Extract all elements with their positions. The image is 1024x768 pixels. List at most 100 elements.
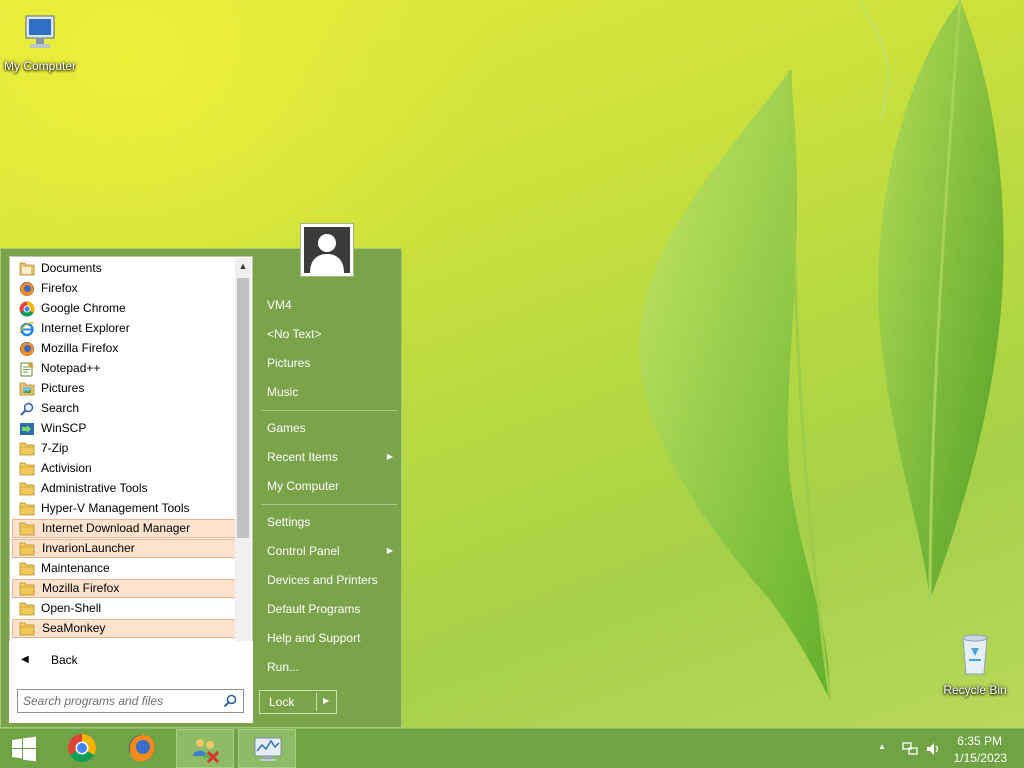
chrome-icon	[19, 301, 35, 317]
search-box[interactable]	[17, 689, 244, 713]
clock-date[interactable]: 1/15/2023	[954, 751, 1007, 765]
network-icon[interactable]	[902, 741, 918, 757]
program-item[interactable]: Mozilla Firefox	[12, 579, 238, 598]
lock-divider	[316, 693, 317, 711]
start-menu-link[interactable]: My Computer	[259, 474, 399, 498]
back-button[interactable]: ◀ Back	[11, 647, 249, 673]
program-item[interactable]: Internet Explorer	[12, 319, 238, 338]
recycle-bin-desktop-icon[interactable]: Recycle Bin	[935, 630, 1015, 697]
program-label: Internet Download Manager	[42, 521, 191, 535]
start-menu-link[interactable]: Recent Items ▶	[259, 445, 399, 469]
chrome-taskbar-button[interactable]	[55, 729, 111, 768]
start-menu-link-label: Recent Items	[267, 450, 338, 464]
start-menu-link[interactable]: Settings	[259, 510, 399, 534]
start-menu-link[interactable]: Pictures	[259, 351, 399, 375]
lock-button[interactable]: Lock ▶	[259, 690, 337, 714]
program-label: Open-Shell	[41, 601, 102, 615]
desktop-icon-label: My Computer	[3, 59, 77, 73]
program-item[interactable]: Mozilla Firefox	[12, 339, 238, 358]
start-menu-link-label: VM4	[267, 298, 292, 312]
folder-icon	[19, 441, 35, 456]
taskbar: ▲ 6:35 PM 1/15/2023	[0, 728, 1024, 768]
program-item[interactable]: WinSCP	[12, 419, 238, 438]
programs-list: Documents Firefox Google Chrome Internet Ex…	[12, 259, 238, 639]
folder-icon	[19, 601, 35, 616]
submenu-arrow-icon: ▶	[386, 546, 393, 555]
program-item[interactable]: Pictures	[12, 379, 238, 398]
start-menu-link[interactable]: Games	[259, 416, 399, 440]
program-item[interactable]: 7-Zip	[12, 439, 238, 458]
show-hidden-icons-chevron-icon[interactable]: ▲	[878, 742, 886, 751]
search-icon[interactable]	[223, 694, 237, 708]
pictures-icon	[19, 381, 35, 396]
program-label: Administrative Tools	[41, 481, 148, 495]
user-silhouette-icon	[304, 227, 350, 273]
start-menu-link[interactable]: Music	[259, 380, 399, 404]
program-label: Activision	[41, 461, 92, 475]
search-area	[9, 679, 253, 723]
programs-list-panel: Documents Firefox Google Chrome Internet Ex…	[9, 256, 253, 678]
folder-icon	[19, 581, 35, 596]
program-item[interactable]: Documents	[12, 259, 238, 278]
clock-time[interactable]: 6:35 PM	[957, 734, 1002, 748]
start-menu-link[interactable]: VM4	[259, 293, 399, 317]
program-item[interactable]: Maintenance	[12, 559, 238, 578]
folder-icon	[19, 521, 35, 536]
start-menu-link[interactable]: Help and Support	[259, 626, 399, 650]
start-menu-link-label: Music	[267, 385, 299, 399]
firefox-icon	[129, 735, 155, 762]
start-menu-link[interactable]: <No Text>	[259, 322, 399, 346]
program-label: Pictures	[41, 381, 85, 395]
firefox-taskbar-button[interactable]	[115, 729, 171, 768]
folder-icon	[19, 501, 35, 516]
program-item[interactable]: Internet Download Manager	[12, 519, 238, 538]
program-item[interactable]: InvarionLauncher	[12, 539, 238, 558]
program-label: Mozilla Firefox	[41, 341, 119, 355]
program-item[interactable]: Google Chrome	[12, 299, 238, 318]
user-avatar[interactable]	[300, 223, 354, 277]
folder-icon	[19, 621, 35, 636]
program-label: Documents	[41, 261, 102, 275]
program-item[interactable]: Firefox	[12, 279, 238, 298]
program-item[interactable]: Activision	[12, 459, 238, 478]
start-menu-link[interactable]: Run...	[259, 655, 399, 679]
scroll-up-arrow-icon[interactable]: ▲	[235, 258, 251, 275]
search-input[interactable]	[23, 692, 213, 710]
start-menu-link-label: Settings	[267, 515, 311, 529]
network-app-taskbar-button[interactable]	[176, 729, 234, 768]
start-menu-link-label: Games	[267, 421, 306, 435]
start-menu-link-label: <No Text>	[267, 327, 322, 341]
program-item[interactable]: Administrative Tools	[12, 479, 238, 498]
start-menu-link-label: Control Panel	[267, 544, 340, 558]
back-label: Back	[51, 653, 78, 667]
program-item[interactable]: Hyper-V Management Tools	[12, 499, 238, 518]
start-menu-link[interactable]: Default Programs	[259, 597, 399, 621]
search-icon	[19, 401, 35, 416]
start-menu: Documents Firefox Google Chrome Internet Ex…	[0, 248, 402, 728]
menu-separator	[261, 504, 397, 505]
program-item[interactable]: Open-Shell	[12, 599, 238, 618]
menu-separator	[261, 410, 397, 411]
program-label: Notepad++	[41, 361, 101, 375]
start-menu-link[interactable]: Control Panel ▶	[259, 539, 399, 563]
system-monitor-icon	[254, 737, 282, 761]
start-menu-link-label: Run...	[267, 660, 300, 674]
my-computer-desktop-icon[interactable]: My Computer	[0, 10, 80, 73]
network-users-icon	[193, 739, 220, 764]
monitor-app-taskbar-button[interactable]	[238, 729, 296, 768]
windows-logo-icon	[12, 736, 36, 762]
program-item[interactable]: SeaMonkey	[12, 619, 238, 638]
start-menu-link-label: Default Programs	[267, 602, 361, 616]
volume-icon[interactable]	[925, 741, 941, 757]
scroll-thumb[interactable]	[237, 278, 249, 538]
lock-label: Lock	[269, 695, 295, 709]
program-label: Maintenance	[41, 561, 110, 575]
programs-scrollbar[interactable]: ▲ ▼	[235, 258, 251, 676]
program-item[interactable]: Search	[12, 399, 238, 418]
lock-options-arrow-icon[interactable]: ▶	[323, 696, 329, 705]
start-menu-link[interactable]: Devices and Printers	[259, 568, 399, 592]
program-label: Search	[41, 401, 80, 415]
program-item[interactable]: Notepad++	[12, 359, 238, 378]
start-button[interactable]	[0, 729, 48, 768]
chrome-icon	[68, 734, 96, 762]
